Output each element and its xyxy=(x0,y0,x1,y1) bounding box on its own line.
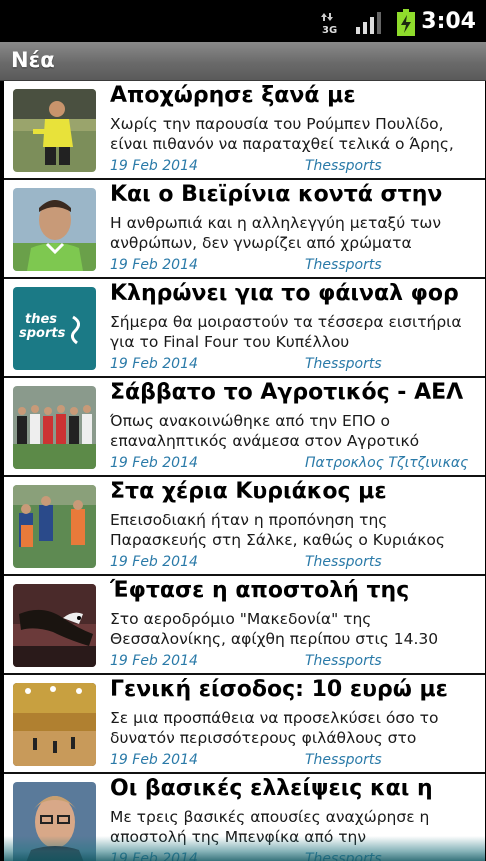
app-bar: Νέα xyxy=(0,42,486,81)
thessports-logo: thes sports xyxy=(13,287,96,370)
news-headline: Έφτασε η αποστολή της xyxy=(110,578,410,603)
news-item[interactable]: thes sports Κληρώνει για το φάιναλ φορ Σ… xyxy=(4,279,485,378)
news-headline: Σάββατο το Αγροτικός - ΑΕΛ xyxy=(110,380,464,405)
news-summary: Σε μια προσπάθεια να προσελκύσει όσο το … xyxy=(110,709,439,747)
news-summary: Χωρίς την παρουσία του Ρούμπεν Πουλίδο, … xyxy=(110,115,454,153)
news-summary: Με τρεις βασικές απουσίες αναχώρησε η απ… xyxy=(110,808,430,846)
news-date: 19 Feb 2014 xyxy=(110,851,198,861)
news-summary: Όπως ανακοινώθηκε από την ΕΠΟ ο επαναληπ… xyxy=(110,412,420,450)
news-thumbnail xyxy=(13,89,96,172)
news-headline: Και ο Βιεϊρίνια κοντά στην xyxy=(110,182,443,207)
app-title: Νέα xyxy=(11,48,55,72)
news-headline: Αποχώρησε ξανά με xyxy=(110,83,356,108)
news-headline: Οι βασικές ελλείψεις και η xyxy=(110,776,433,801)
news-thumbnail xyxy=(13,485,96,568)
data-3g-icon: 3G xyxy=(321,13,337,35)
news-item[interactable]: Οι βασικές ελλείψεις και η Με τρεις βασι… xyxy=(4,774,485,861)
news-headline: Κληρώνει για το φάιναλ φορ xyxy=(110,281,459,306)
news-summary: Στο αεροδρόμιο "Μακεδονία" της Θεσσαλονί… xyxy=(110,610,439,648)
news-source: Thessports xyxy=(305,653,382,669)
news-date: 19 Feb 2014 xyxy=(110,158,198,174)
news-item[interactable]: Έφτασε η αποστολή της Στο αεροδρόμιο "Μα… xyxy=(4,576,485,675)
news-item[interactable]: Στα χέρια Κυριάκος με Επεισοδιακή ήταν η… xyxy=(4,477,485,576)
news-headline: Γενική είσοδος: 10 ευρώ με xyxy=(110,677,448,702)
news-date: 19 Feb 2014 xyxy=(110,653,198,669)
news-source: Thessports xyxy=(305,851,382,861)
news-source: Thessports xyxy=(305,356,382,372)
news-date: 19 Feb 2014 xyxy=(110,455,198,471)
signal-strength-icon xyxy=(356,12,381,34)
news-date: 19 Feb 2014 xyxy=(110,752,198,768)
news-date: 19 Feb 2014 xyxy=(110,554,198,570)
news-source: Thessports xyxy=(305,257,382,273)
svg-text:thes: thes xyxy=(25,312,57,327)
news-thumbnail xyxy=(13,683,96,766)
news-thumbnail xyxy=(13,188,96,271)
news-summary: Η ανθρωπιά και η αλληλεγγύη μεταξύ των α… xyxy=(110,214,442,252)
news-item[interactable]: Αποχώρησε ξανά με Χωρίς την παρουσία του… xyxy=(4,81,485,180)
news-headline: Στα χέρια Κυριάκος με xyxy=(110,479,387,504)
news-summary: Επεισοδιακή ήταν η προπόνηση της Παρασκε… xyxy=(110,511,445,549)
news-thumbnail xyxy=(13,386,96,469)
news-source: Thessports xyxy=(305,752,382,768)
news-date: 19 Feb 2014 xyxy=(110,356,198,372)
news-summary: Σήμερα θα μοιραστούν τα τέσσερα εισιτήρι… xyxy=(110,313,462,351)
battery-charging-icon xyxy=(397,9,415,36)
news-thumbnail xyxy=(13,584,96,667)
news-item[interactable]: Γενική είσοδος: 10 ευρώ με Σε μια προσπά… xyxy=(4,675,485,774)
news-item[interactable]: Και ο Βιεϊρίνια κοντά στην Η ανθρωπιά κα… xyxy=(4,180,485,279)
svg-text:sports: sports xyxy=(19,326,66,341)
status-bar: 3G 3:04 xyxy=(0,0,486,42)
status-time: 3:04 xyxy=(421,9,476,34)
news-source: Πατροκλος Τζιτζινικας xyxy=(305,455,469,471)
news-thumbnail xyxy=(13,782,96,861)
news-date: 19 Feb 2014 xyxy=(110,257,198,273)
news-source: Thessports xyxy=(305,158,382,174)
news-item[interactable]: Σάββατο το Αγροτικός - ΑΕΛ Όπως ανακοινώ… xyxy=(4,378,485,477)
news-source: Thessports xyxy=(305,554,382,570)
svg-text:3G: 3G xyxy=(322,25,337,35)
news-list[interactable]: Αποχώρησε ξανά με Χωρίς την παρουσία του… xyxy=(4,81,485,861)
